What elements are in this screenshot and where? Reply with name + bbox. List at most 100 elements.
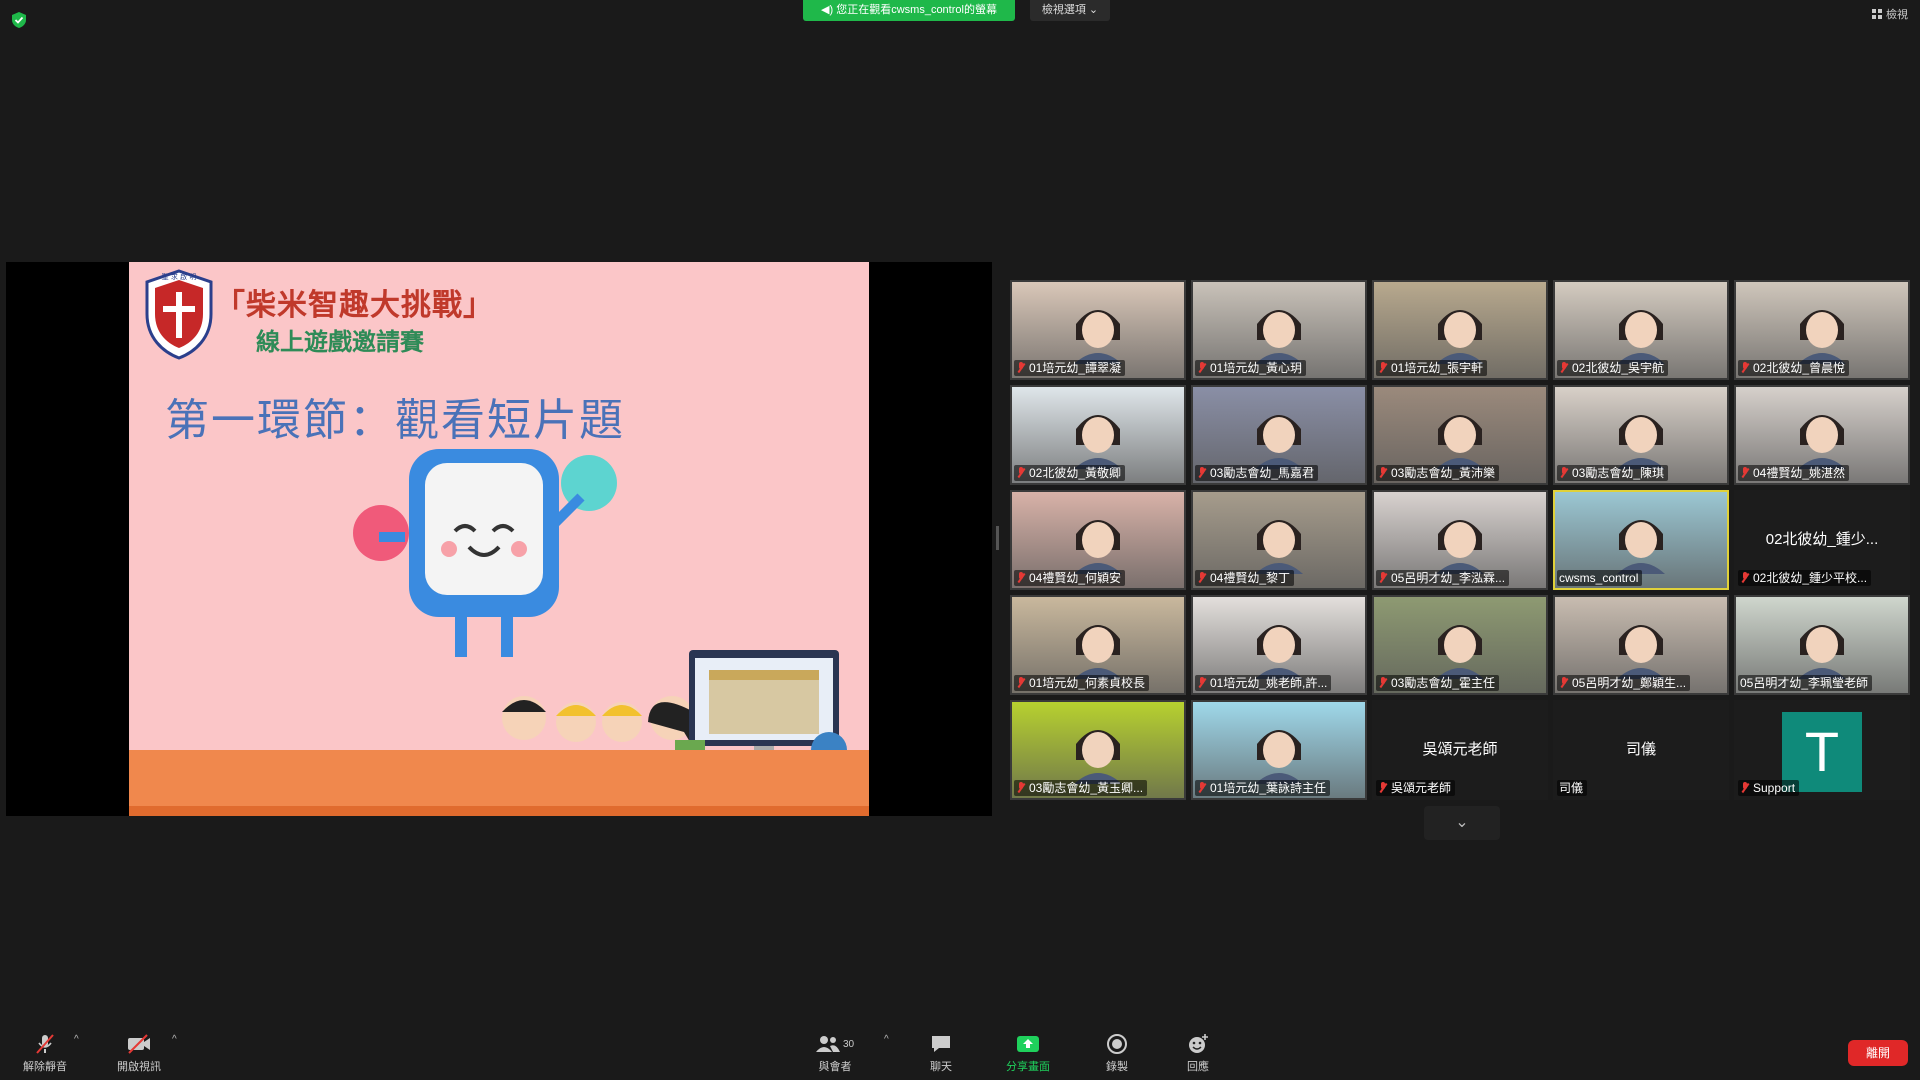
participant-tile[interactable]: 02北彼幼_曾晨悅 xyxy=(1734,280,1910,380)
leave-button[interactable]: 離開 xyxy=(1848,1040,1908,1066)
participant-name-label: Support xyxy=(1738,780,1800,796)
slide-heading: 第一環節：觀看短片題 xyxy=(165,395,625,446)
participant-name: 01培元幼_譚翠凝 xyxy=(1029,361,1122,375)
participant-name-label: 04禮賢幼_黎丁 xyxy=(1195,570,1295,586)
participant-name-label: 02北彼幼_曾晨悅 xyxy=(1738,360,1850,376)
participant-name-label: 02北彼幼_黃敬卿 xyxy=(1014,465,1126,481)
muted-mic-icon xyxy=(1016,782,1026,793)
muted-mic-icon xyxy=(1016,362,1026,373)
participant-name-label: 01培元幼_張宇軒 xyxy=(1376,360,1488,376)
participant-tile[interactable]: 02北彼幼_黃敬卿 xyxy=(1010,385,1186,485)
participant-tile[interactable]: 02北彼幼_鍾少... 02北彼幼_鍾少平校... xyxy=(1734,490,1910,590)
participant-tile[interactable]: 司儀 司儀 xyxy=(1553,700,1729,800)
top-bar: ◀) 您正在觀看cwsms_control的螢幕 檢視選項 ⌄ 檢視 xyxy=(0,0,1920,28)
participant-tile[interactable]: 04禮賢幼_黎丁 xyxy=(1191,490,1367,590)
muted-mic-icon xyxy=(1016,467,1026,478)
view-options-button[interactable]: 檢視選項 ⌄ xyxy=(1030,0,1110,21)
participant-name: 04禮賢幼_黎丁 xyxy=(1210,571,1291,585)
presentation-slide: 聖 求 啟 明 「柴米智趣大挑戰」 線上遊戲邀請賽 第一環節：觀看短片題 xyxy=(129,262,869,816)
slide-floor-edge xyxy=(129,806,869,816)
participant-tile[interactable]: 01培元幼_黃心玥 xyxy=(1191,280,1367,380)
participant-tile[interactable]: 04禮賢幼_姚湛然 xyxy=(1734,385,1910,485)
participant-tile[interactable]: cwsms_control xyxy=(1553,490,1729,590)
participant-tile[interactable]: 01培元幼_何素貞校長 xyxy=(1010,595,1186,695)
svg-text:聖 求 啟 明: 聖 求 啟 明 xyxy=(162,272,197,281)
participant-tile[interactable]: 01培元幼_譚翠凝 xyxy=(1010,280,1186,380)
participant-tile[interactable]: 05呂明才幼_鄭穎生... xyxy=(1553,595,1729,695)
participant-silhouette xyxy=(1255,520,1303,574)
participant-tile[interactable]: 05呂明才幼_李珮瑩老師 xyxy=(1734,595,1910,695)
record-button[interactable]: 錄製 xyxy=(1082,1032,1152,1074)
participant-tile[interactable]: 01培元幼_葉詠詩主任 xyxy=(1191,700,1367,800)
participant-tile[interactable]: 02北彼幼_吳宇航 xyxy=(1553,280,1729,380)
muted-mic-icon xyxy=(1378,467,1388,478)
video-options-caret[interactable]: ^ xyxy=(172,1034,177,1045)
participants-count: 30 xyxy=(842,1038,855,1050)
participant-name: 01培元幼_葉詠詩主任 xyxy=(1210,781,1327,795)
participant-name: 司儀 xyxy=(1559,781,1584,795)
participant-silhouette xyxy=(1074,520,1122,574)
participant-silhouette xyxy=(1436,415,1484,469)
participant-display-name: 司儀 xyxy=(1625,741,1656,758)
mascot-illustration xyxy=(353,449,617,657)
participant-tile[interactable]: 03勵志會幼_黃沛樂 xyxy=(1372,385,1548,485)
participant-name-label: 司儀 xyxy=(1557,780,1588,796)
participant-name-label: 04禮賢幼_姚湛然 xyxy=(1738,465,1850,481)
chevron-down-icon: ⌄ xyxy=(1455,814,1469,831)
participant-name: 05呂明才幼_李珮瑩老師 xyxy=(1740,676,1869,690)
gallery-next-page-button[interactable]: ⌄ xyxy=(1424,806,1500,840)
participant-tile[interactable]: 吳頌元老師 吳頌元老師 xyxy=(1372,700,1548,800)
participant-name: 05呂明才幼_李泓霖... xyxy=(1391,571,1506,585)
participant-tile[interactable]: 04禮賢幼_何穎安 xyxy=(1010,490,1186,590)
participant-name: 03勵志會幼_陳琪 xyxy=(1572,466,1665,480)
meeting-toolbar: 解除靜音 ^ 開啟視訊 ^ 30 與會者 ^ 聊天 分享畫面 錄製 回應 離開 xyxy=(0,1024,1920,1080)
participant-tile[interactable]: 03勵志會幼_霍主任 xyxy=(1372,595,1548,695)
participant-name: Support xyxy=(1753,781,1796,795)
participants-button[interactable]: 30 與會者 xyxy=(800,1032,870,1074)
muted-mic-icon xyxy=(1197,467,1207,478)
participant-silhouette xyxy=(1798,310,1846,364)
participants-options-caret[interactable]: ^ xyxy=(884,1034,889,1045)
participant-tile[interactable]: 03勵志會幼_馬嘉君 xyxy=(1191,385,1367,485)
participant-silhouette xyxy=(1255,415,1303,469)
unmute-button[interactable]: 解除靜音 xyxy=(10,1032,80,1074)
audio-options-caret[interactable]: ^ xyxy=(74,1034,79,1045)
participant-name-label: cwsms_control xyxy=(1557,570,1643,586)
participant-name: 04禮賢幼_姚湛然 xyxy=(1753,466,1846,480)
muted-mic-icon xyxy=(1016,572,1026,583)
participant-tile[interactable]: T Support xyxy=(1734,700,1910,800)
participant-silhouette xyxy=(1798,415,1846,469)
participant-name: 01培元幼_何素貞校長 xyxy=(1029,676,1146,690)
muted-mic-icon xyxy=(1197,362,1207,373)
participant-gallery: 01培元幼_譚翠凝 01培元幼_黃心玥 01培元幼_張宇軒 02北彼幼_吳宇航 02北彼… xyxy=(1010,280,1914,800)
shield-icon[interactable] xyxy=(12,12,26,28)
chat-button[interactable]: 聊天 xyxy=(906,1032,976,1074)
participant-display-name: 吳頌元老師 xyxy=(1422,741,1498,758)
participant-silhouette xyxy=(1617,625,1665,679)
muted-mic-icon xyxy=(1016,677,1026,688)
participant-tile[interactable]: 03勵志會幼_陳琪 xyxy=(1553,385,1729,485)
layout-splitter-handle[interactable] xyxy=(996,526,999,550)
participant-tile[interactable]: 05呂明才幼_李泓霖... xyxy=(1372,490,1548,590)
start-video-button[interactable]: 開啟視訊 xyxy=(104,1032,174,1074)
participant-name-label: 05呂明才幼_李珮瑩老師 xyxy=(1738,675,1873,691)
participant-name: 吳頌元老師 xyxy=(1391,781,1452,795)
participant-tile[interactable]: 03勵志會幼_黃玉卿... xyxy=(1010,700,1186,800)
participant-tile[interactable]: 01培元幼_姚老師,許... xyxy=(1191,595,1367,695)
participant-name-label: 01培元幼_黃心玥 xyxy=(1195,360,1307,376)
screen-share-notice[interactable]: ◀) 您正在觀看cwsms_control的螢幕 xyxy=(803,0,1015,21)
muted-mic-icon xyxy=(1559,467,1569,478)
participant-name-label: 03勵志會幼_黃沛樂 xyxy=(1376,465,1500,481)
participant-silhouette xyxy=(1617,415,1665,469)
participant-name-label: 03勵志會幼_陳琪 xyxy=(1557,465,1669,481)
participant-tile[interactable]: 01培元幼_張宇軒 xyxy=(1372,280,1548,380)
participant-silhouette xyxy=(1074,730,1122,784)
muted-mic-icon xyxy=(1740,572,1750,583)
chat-icon xyxy=(932,1036,950,1052)
view-button[interactable]: 檢視 xyxy=(1872,6,1908,22)
participant-name-label: 02北彼幼_鍾少平校... xyxy=(1738,570,1872,586)
reactions-button[interactable]: 回應 xyxy=(1163,1032,1233,1074)
participant-name-label: 04禮賢幼_何穎安 xyxy=(1014,570,1126,586)
share-screen-button[interactable]: 分享畫面 xyxy=(993,1032,1063,1074)
participant-name: 01培元幼_姚老師,許... xyxy=(1210,676,1328,690)
